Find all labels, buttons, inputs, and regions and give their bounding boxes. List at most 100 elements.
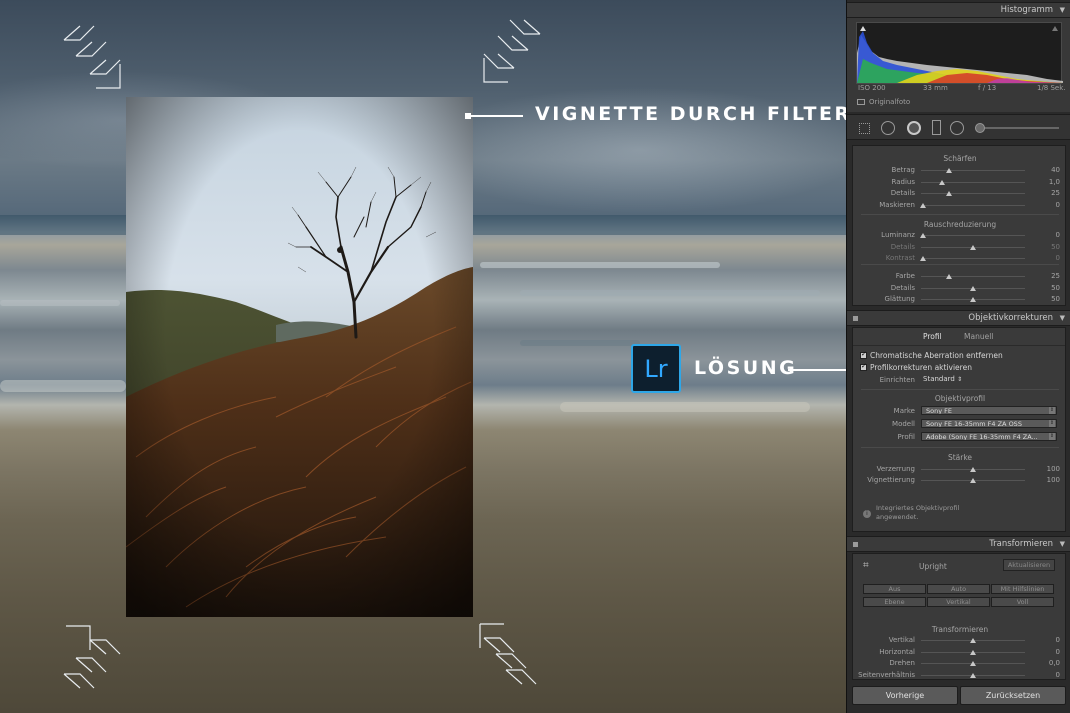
red-eye-tool-icon[interactable]: [907, 121, 921, 135]
transform-header[interactable]: Transformieren ▼: [847, 536, 1070, 552]
vignetting-slider-thumb[interactable]: [970, 478, 976, 483]
lens-profile-head: Objektivprofil: [934, 394, 986, 403]
slider-thumb[interactable]: [946, 274, 953, 279]
slider-value[interactable]: 50: [1038, 284, 1060, 292]
slider-thumb[interactable]: [970, 672, 976, 678]
radial-filter-tool-icon[interactable]: [950, 121, 964, 135]
lens-divider-2: [861, 447, 1059, 448]
slider-value[interactable]: 40: [1038, 166, 1060, 174]
dropdown-arrow-icon: ⇕: [1049, 420, 1055, 427]
slider-value[interactable]: 0: [1038, 648, 1060, 656]
original-photo-icon[interactable]: [857, 99, 865, 105]
upright-label: Upright: [919, 562, 947, 571]
exif-shutter: 1/8 Sek.: [1037, 84, 1066, 92]
lens-info-line-1: Integriertes Objektivprofil: [876, 504, 960, 512]
adjustment-brush-tool-icon[interactable]: [975, 123, 985, 133]
model-label: Modell: [892, 420, 915, 428]
slider-thumb[interactable]: [970, 661, 976, 666]
make-value: Sony FE: [926, 407, 952, 415]
slider-label: Glättung: [884, 295, 915, 303]
vignette-callout-line: [468, 115, 523, 117]
collapse-triangle-icon[interactable]: ▼: [1060, 314, 1065, 322]
slider-label: Radius: [891, 177, 915, 186]
lens-info-line-2: angewendet.: [876, 513, 919, 521]
upright-option-button[interactable]: Mit Hilfslinien: [991, 584, 1054, 594]
slider-value[interactable]: 25: [1038, 189, 1060, 197]
slider-track[interactable]: [921, 181, 1025, 183]
crop-overlay-tool-icon[interactable]: [859, 123, 870, 134]
slider-thumb[interactable]: [970, 244, 976, 250]
slider-value[interactable]: 1,0: [1038, 178, 1060, 186]
slider-track[interactable]: [921, 170, 1025, 171]
upright-option-button[interactable]: Vertikal: [927, 597, 990, 607]
setup-select[interactable]: Standard ⇕: [923, 375, 962, 383]
distortion-slider-thumb[interactable]: [970, 467, 976, 472]
slider-value[interactable]: 0: [1038, 201, 1060, 209]
setup-value: Standard: [923, 375, 955, 383]
make-dropdown[interactable]: Sony FE ⇕: [921, 406, 1057, 415]
slider-value[interactable]: 50: [1038, 295, 1060, 303]
slider-thumb[interactable]: [970, 285, 976, 291]
slider-thumb[interactable]: [920, 233, 927, 238]
tab-profile[interactable]: Profil: [923, 332, 942, 341]
slider-track[interactable]: [921, 276, 1025, 277]
slider-thumb[interactable]: [946, 168, 953, 173]
profile-corrections-label: Profilkorrekturen aktivieren: [870, 363, 972, 372]
slider-thumb[interactable]: [938, 179, 945, 185]
slider-thumb[interactable]: [920, 202, 927, 208]
slider-track[interactable]: [921, 258, 1025, 259]
slider-value[interactable]: 0: [1038, 254, 1060, 262]
profile-corrections-checkbox[interactable]: Profilkorrekturen aktivieren: [860, 362, 972, 372]
panel-switch-icon[interactable]: [853, 316, 858, 321]
slider-track[interactable]: [921, 204, 1025, 206]
distortion-label: Verzerrung: [876, 465, 915, 473]
slider-thumb[interactable]: [946, 191, 953, 196]
slider-value[interactable]: 50: [1038, 243, 1060, 251]
slider-track[interactable]: [921, 235, 1025, 236]
collapse-triangle-icon[interactable]: ▼: [1060, 540, 1065, 548]
update-button[interactable]: Aktualisieren: [1003, 559, 1055, 571]
slider-thumb[interactable]: [970, 297, 976, 302]
chevron-deco-bottom-right-icon: [476, 620, 538, 690]
graduated-filter-tool-icon[interactable]: [932, 120, 941, 135]
slider-value[interactable]: 0: [1038, 671, 1060, 679]
histogram-header[interactable]: Histogramm ▼: [847, 2, 1070, 18]
upright-option-button[interactable]: Auto: [927, 584, 990, 594]
slider-label: Details: [890, 242, 915, 251]
upright-option-button[interactable]: Aus: [863, 584, 926, 594]
dropdown-arrow-icon: ⇕: [1049, 407, 1055, 414]
profile-dropdown[interactable]: Adobe (Sony FE 16-35mm F4 ZA... ⇕: [921, 432, 1057, 441]
distortion-value[interactable]: 100: [1038, 465, 1060, 473]
upright-option-button[interactable]: Voll: [991, 597, 1054, 607]
slider-value[interactable]: 0,0: [1038, 659, 1060, 667]
reset-button[interactable]: Zurücksetzen: [960, 686, 1066, 705]
sharpen-title: Schärfen: [943, 154, 977, 163]
vignetting-value[interactable]: 100: [1038, 476, 1060, 484]
slider-thumb[interactable]: [920, 256, 927, 261]
slider-thumb[interactable]: [970, 638, 976, 643]
previous-button[interactable]: Vorherige: [852, 686, 958, 705]
chevron-updown-icon: ⇕: [957, 376, 963, 383]
lens-header[interactable]: Objektivkorrekturen ▼: [847, 310, 1070, 326]
transform-title: Transformieren: [989, 539, 1053, 549]
tab-manual[interactable]: Manuell: [964, 332, 993, 341]
model-dropdown[interactable]: Sony FE 16-35mm F4 ZA OSS ⇕: [921, 419, 1057, 428]
slider-label: Maskieren: [879, 200, 915, 209]
collapse-triangle-icon[interactable]: ▼: [1060, 6, 1065, 14]
upright-option-button[interactable]: Ebene: [863, 597, 926, 607]
panel-switch-icon[interactable]: [853, 542, 858, 547]
slider-value[interactable]: 0: [1038, 636, 1060, 644]
crop-guided-icon[interactable]: ⌗: [863, 560, 869, 571]
setup-label: Einrichten: [879, 376, 915, 384]
slider-track[interactable]: [921, 193, 1025, 194]
chromatic-aberration-checkbox[interactable]: Chromatische Aberration entfernen: [860, 350, 1003, 360]
slider-value[interactable]: 0: [1038, 231, 1060, 239]
slider-value[interactable]: 25: [1038, 272, 1060, 280]
highlight-clip-indicator-icon[interactable]: [1052, 26, 1058, 31]
spot-removal-tool-icon[interactable]: [881, 121, 895, 135]
slider-thumb[interactable]: [970, 649, 976, 655]
lens-divider: [861, 389, 1059, 390]
transform-section: ⌗ Upright Aktualisieren Aus Auto Mit Hilfs…: [852, 553, 1066, 680]
shadow-clip-indicator-icon[interactable]: [860, 26, 866, 31]
brush-slider-track[interactable]: [985, 127, 1059, 129]
